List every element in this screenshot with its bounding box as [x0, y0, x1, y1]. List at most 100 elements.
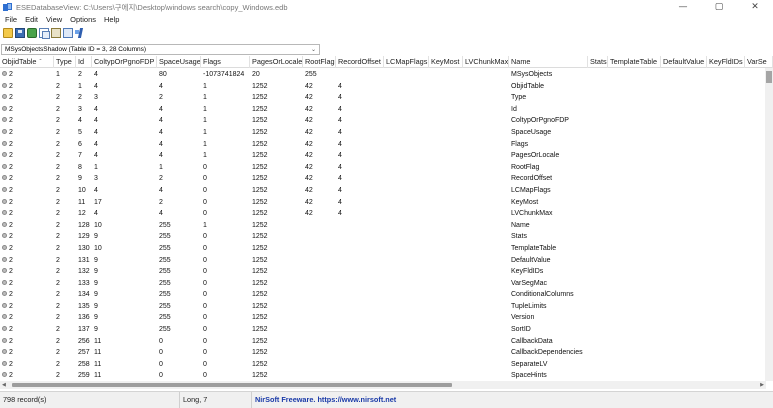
menu-edit[interactable]: Edit [21, 14, 42, 26]
cell-default-value [661, 127, 707, 139]
table-row[interactable]: 2 2 7 4 4 1 1252 42 4 PagesOrLocale [0, 150, 766, 162]
cell-value: 17 [94, 198, 102, 206]
cell-value: 1252 [252, 140, 268, 148]
table-row[interactable]: 2 2 137 9 255 0 1252 SortID [0, 324, 766, 336]
column-header-label: DefaultValue [663, 57, 705, 66]
cell-record-offset: 4 [336, 173, 384, 185]
column-header-flags[interactable]: Flags [201, 56, 250, 68]
horizontal-scrollbar[interactable]: ◀ ▶ [0, 381, 766, 389]
close-button[interactable]: ✕ [737, 0, 773, 14]
cell-key-most [429, 197, 463, 209]
table-row[interactable]: 2 2 4 4 4 1 1252 42 4 ColtypOrPgnoFDP [0, 115, 766, 127]
column-header-pages-or-locale[interactable]: PagesOrLocale [250, 56, 303, 68]
nirsoft-link-text[interactable]: NirSoft Freeware. https://www.nirsoft.ne… [255, 395, 396, 404]
cell-stats [588, 220, 608, 232]
cell-coltyp-or-pgno-fdp: 4 [92, 139, 157, 151]
table-row[interactable]: 2 2 132 9 255 0 1252 KeyFldIDs [0, 266, 766, 278]
column-header-default-value[interactable]: DefaultValue [661, 56, 707, 68]
column-header-root-flag[interactable]: RootFlag [303, 56, 336, 68]
table-row[interactable]: 2 2 8 1 1 0 1252 42 4 RootFlag [0, 162, 766, 174]
nirsoft-link[interactable]: NirSoft Freeware. https://www.nirsoft.ne… [252, 392, 773, 408]
column-header-space-usage[interactable]: SpaceUsage [157, 56, 201, 68]
cell-value: 9 [94, 314, 98, 322]
column-header-type[interactable]: Type [54, 56, 76, 68]
table-row[interactable]: 2 1 2 4 80 -1073741824 20 255 MSysObjects [0, 69, 766, 81]
cell-value: 42 [305, 128, 313, 136]
menu-view[interactable]: View [42, 14, 66, 26]
table-select-dropdown[interactable]: MSysObjectsShadow (Table ID = 3, 28 Colu… [1, 44, 320, 55]
table-row[interactable]: 2 2 256 11 0 0 1252 CallbackData [0, 336, 766, 348]
table-row[interactable]: 2 2 1 4 4 1 1252 42 4 ObjidTable [0, 81, 766, 93]
table-row[interactable]: 2 2 134 9 255 0 1252 ConditionalColumns [0, 289, 766, 301]
cell-space-usage: 255 [157, 220, 201, 232]
column-header-id[interactable]: Id [76, 56, 92, 68]
column-header-name[interactable]: Name [509, 56, 588, 68]
cell-template-table [608, 197, 661, 209]
table-row[interactable]: 2 2 11 17 2 0 1252 42 4 KeyMost [0, 197, 766, 209]
cell-value: 129 [78, 233, 90, 241]
column-header-lv-chunk-max[interactable]: LVChunkMax [463, 56, 509, 68]
column-header-key-fld-ids[interactable]: KeyFldIDs [707, 56, 745, 68]
table-row[interactable]: 2 2 129 9 255 0 1252 Stats [0, 231, 766, 243]
menu-options[interactable]: Options [66, 14, 100, 26]
column-header-var-seg-mac[interactable]: VarSe [745, 56, 773, 68]
column-header-lcmap-flags[interactable]: LCMapFlags [384, 56, 429, 68]
cell-space-usage: 255 [157, 301, 201, 313]
vertical-scrollbar[interactable] [765, 68, 773, 381]
cell-root-flag [303, 301, 336, 313]
table-row[interactable]: 2 2 136 9 255 0 1252 Version [0, 312, 766, 324]
table-row[interactable]: 2 2 3 4 4 1 1252 42 4 Id [0, 104, 766, 116]
maximize-button[interactable]: ▢ [701, 0, 737, 14]
table-row[interactable]: 2 2 12 4 4 0 1252 42 4 LVChunkMax [0, 208, 766, 220]
cell-lv-chunk-max [463, 69, 509, 81]
menu-help[interactable]: Help [100, 14, 123, 26]
column-header-coltyp-or-pgno-fdp[interactable]: ColtypOrPgnoFDP [92, 56, 157, 68]
minimize-button[interactable]: — [665, 0, 701, 14]
cell-value: 4 [338, 105, 342, 113]
table-row[interactable]: 2 2 128 10 255 1 1252 Name [0, 220, 766, 232]
cell-default-value [661, 220, 707, 232]
table-row[interactable]: 2 2 6 4 4 1 1252 42 4 Flags [0, 139, 766, 151]
table-row[interactable]: 2 2 131 9 255 0 1252 DefaultValue [0, 255, 766, 267]
table-row[interactable]: 2 2 130 10 255 0 1252 TemplateTable [0, 243, 766, 255]
menu-file[interactable]: File [0, 14, 21, 26]
copy-icon[interactable] [39, 28, 50, 39]
record-icon [2, 117, 7, 123]
cell-flags: 0 [201, 359, 250, 371]
cell-name: RootFlag [509, 162, 588, 174]
cell-value: 1252 [252, 94, 268, 102]
properties-icon[interactable] [51, 28, 61, 38]
scroll-left-icon[interactable]: ◀ [2, 381, 6, 389]
cell-value: 4 [94, 117, 98, 125]
cell-default-value [661, 150, 707, 162]
save-icon[interactable] [15, 28, 25, 38]
table-row[interactable]: 2 2 9 3 2 0 1252 42 4 RecordOffset [0, 173, 766, 185]
table-row[interactable]: 2 2 5 4 4 1 1252 42 4 SpaceUsage [0, 127, 766, 139]
cell-value: 1 [56, 71, 60, 78]
scroll-right-icon[interactable]: ▶ [760, 381, 764, 389]
table-row[interactable]: 2 2 10 4 4 0 1252 42 4 LCMapFlags [0, 185, 766, 197]
cell-root-flag: 42 [303, 150, 336, 162]
table-row[interactable]: 2 2 258 11 0 0 1252 SeparateLV [0, 359, 766, 371]
table-row[interactable]: 2 2 133 9 255 0 1252 VarSegMac [0, 278, 766, 290]
table-row[interactable]: 2 2 257 11 0 0 1252 CallbackDependencies [0, 347, 766, 359]
cell-value: 2 [78, 94, 82, 102]
cell-root-flag: 42 [303, 104, 336, 116]
refresh-icon[interactable] [27, 28, 37, 38]
cell-value: 4 [338, 210, 342, 218]
cell-space-usage: 255 [157, 312, 201, 324]
horizontal-scroll-thumb[interactable] [12, 383, 452, 387]
column-header-objid-table[interactable]: ObjidTable ˆ [0, 56, 54, 68]
cell-lv-chunk-max [463, 150, 509, 162]
table-row[interactable]: 2 2 135 9 255 0 1252 TupleLimits [0, 301, 766, 313]
cell-key-most [429, 173, 463, 185]
about-icon[interactable] [75, 28, 85, 38]
open-icon[interactable] [3, 28, 13, 38]
column-header-key-most[interactable]: KeyMost [429, 56, 463, 68]
vertical-scroll-thumb[interactable] [766, 71, 772, 83]
column-header-template-table[interactable]: TemplateTable [608, 56, 661, 68]
column-header-record-offset[interactable]: RecordOffset [336, 56, 384, 68]
table-row[interactable]: 2 2 2 3 2 1 1252 42 4 Type [0, 92, 766, 104]
html-report-icon[interactable] [63, 28, 73, 38]
column-header-stats[interactable]: Stats [588, 56, 608, 68]
